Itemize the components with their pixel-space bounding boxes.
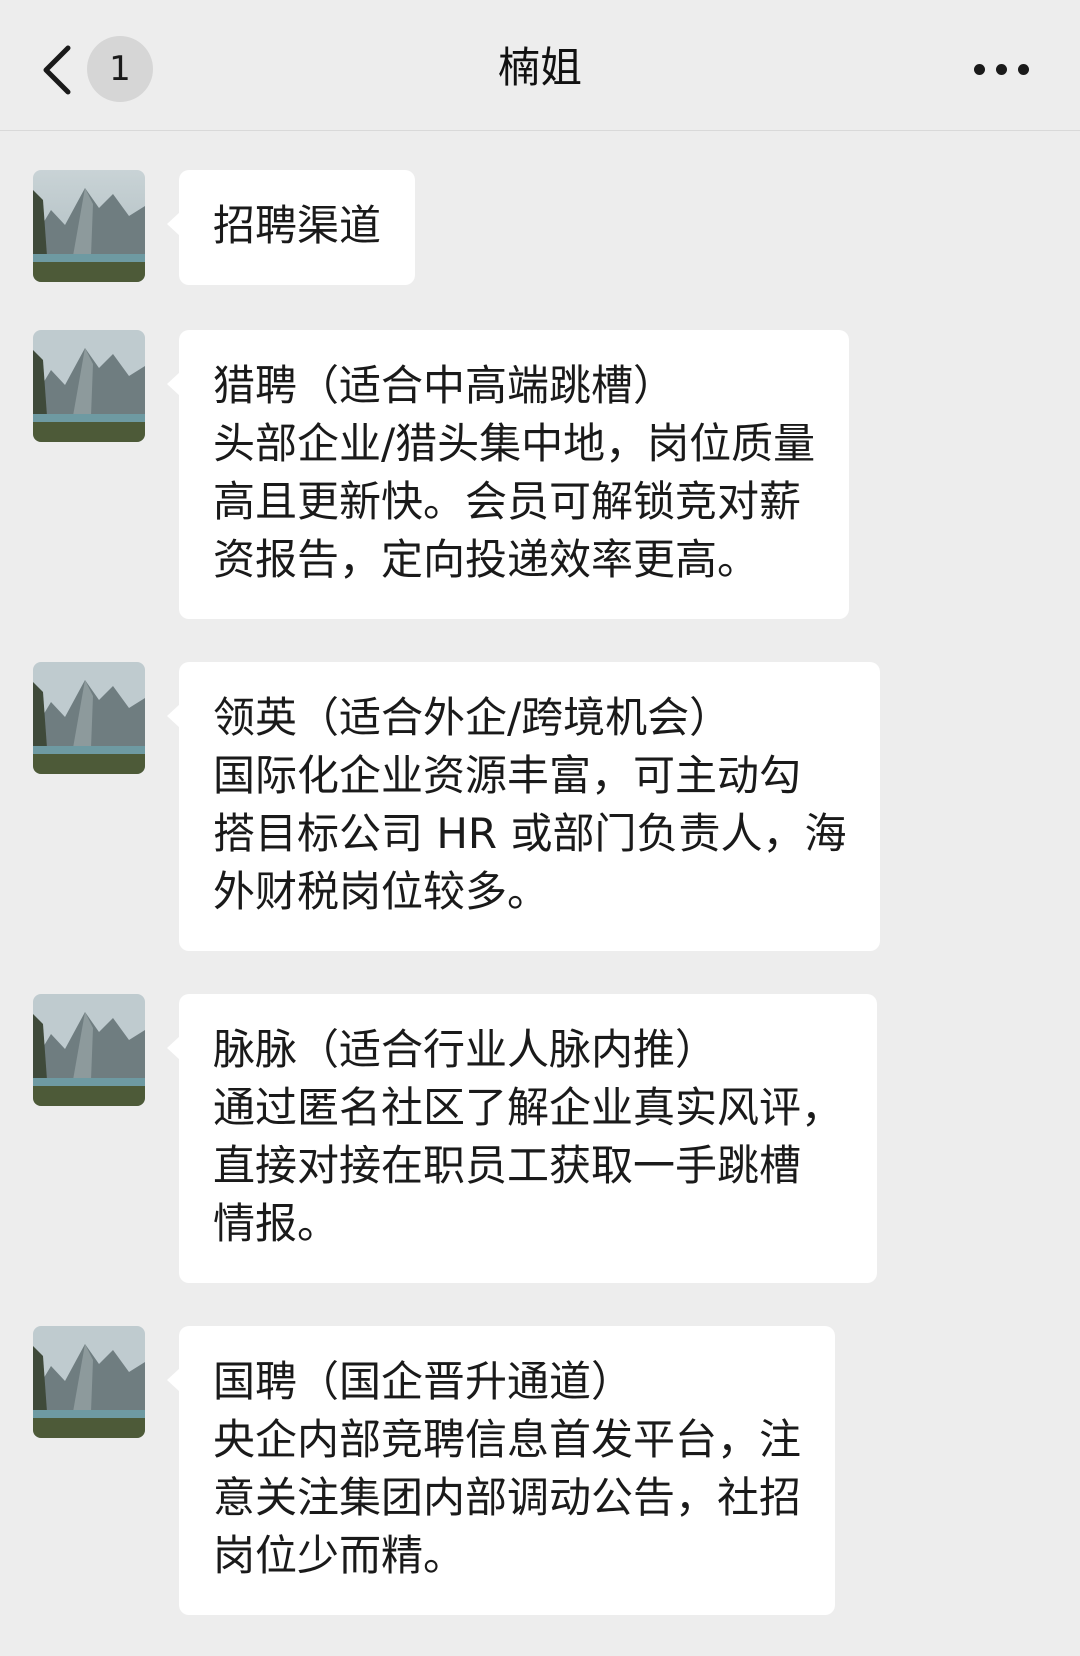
message-bubble[interactable]: 脉脉（适合行业人脉内推） 通过匿名社区了解企业真实风评， 直接对接在职员工获取一… (166, 994, 878, 1283)
message-line: 高且更新快。会员可解锁竞对薪 (213, 477, 802, 526)
chat-title: 楠姐 (497, 43, 582, 92)
more-dots-icon (974, 64, 985, 75)
mountain-lake-avatar-icon (33, 662, 145, 774)
more-options-button[interactable] (972, 52, 1032, 86)
message-line: 脉脉（适合行业人脉内推） (213, 1025, 718, 1074)
chevron-left-icon (43, 45, 71, 95)
message-line: 招聘渠道 (213, 201, 382, 250)
avatar[interactable] (33, 994, 145, 1106)
message-line: 情报。 (213, 1199, 340, 1248)
more-dots-icon (1018, 64, 1029, 75)
message-line: 外财税岗位较多。 (213, 867, 550, 916)
unread-count-badge[interactable]: 1 (87, 36, 153, 102)
mountain-lake-avatar-icon (33, 330, 145, 442)
more-dots-icon (996, 64, 1007, 75)
mountain-lake-avatar-icon (33, 170, 145, 282)
message-line: 通过匿名社区了解企业真实风评， (213, 1083, 844, 1132)
message-line: 岗位少而精。 (213, 1531, 466, 1580)
message-line: 意关注集团内部调动公告，社招 (213, 1473, 802, 1522)
avatar[interactable] (33, 170, 145, 282)
avatar[interactable] (33, 662, 145, 774)
message-bubble[interactable]: 招聘渠道 (166, 170, 416, 285)
message-bubble[interactable]: 国聘（国企晋升通道） 央企内部竞聘信息首发平台，注 意关注集团内部调动公告，社招… (166, 1326, 836, 1615)
message-line: 央企内部竞聘信息首发平台，注 (213, 1415, 802, 1464)
message-line: 领英（适合外企/跨境机会） (213, 693, 732, 742)
chat-header: 1 楠姐 (0, 0, 1080, 131)
mountain-lake-avatar-icon (33, 994, 145, 1106)
message-bubble[interactable]: 领英（适合外企/跨境机会） 国际化企业资源丰富，可主动勾 搭目标公司 HR 或部… (166, 662, 881, 951)
message-line: 猎聘（适合中高端跳槽） (213, 361, 676, 410)
message-line: 头部企业/猎头集中地，岗位质量 (213, 419, 816, 468)
message-bubble[interactable]: 猎聘（适合中高端跳槽） 头部企业/猎头集中地，岗位质量 高且更新快。会员可解锁竞… (166, 330, 850, 619)
mountain-lake-avatar-icon (33, 1326, 145, 1438)
avatar[interactable] (33, 330, 145, 442)
avatar[interactable] (33, 1326, 145, 1438)
back-button[interactable] (38, 42, 78, 98)
message-line: 资报告，定向投递效率更高。 (213, 535, 760, 584)
message-line: 直接对接在职员工获取一手跳槽 (213, 1141, 802, 1190)
message-line: 搭目标公司 HR 或部门负责人，海 (213, 809, 847, 858)
message-line: 国际化企业资源丰富，可主动勾 (213, 751, 802, 800)
message-line: 国聘（国企晋升通道） (213, 1357, 634, 1406)
